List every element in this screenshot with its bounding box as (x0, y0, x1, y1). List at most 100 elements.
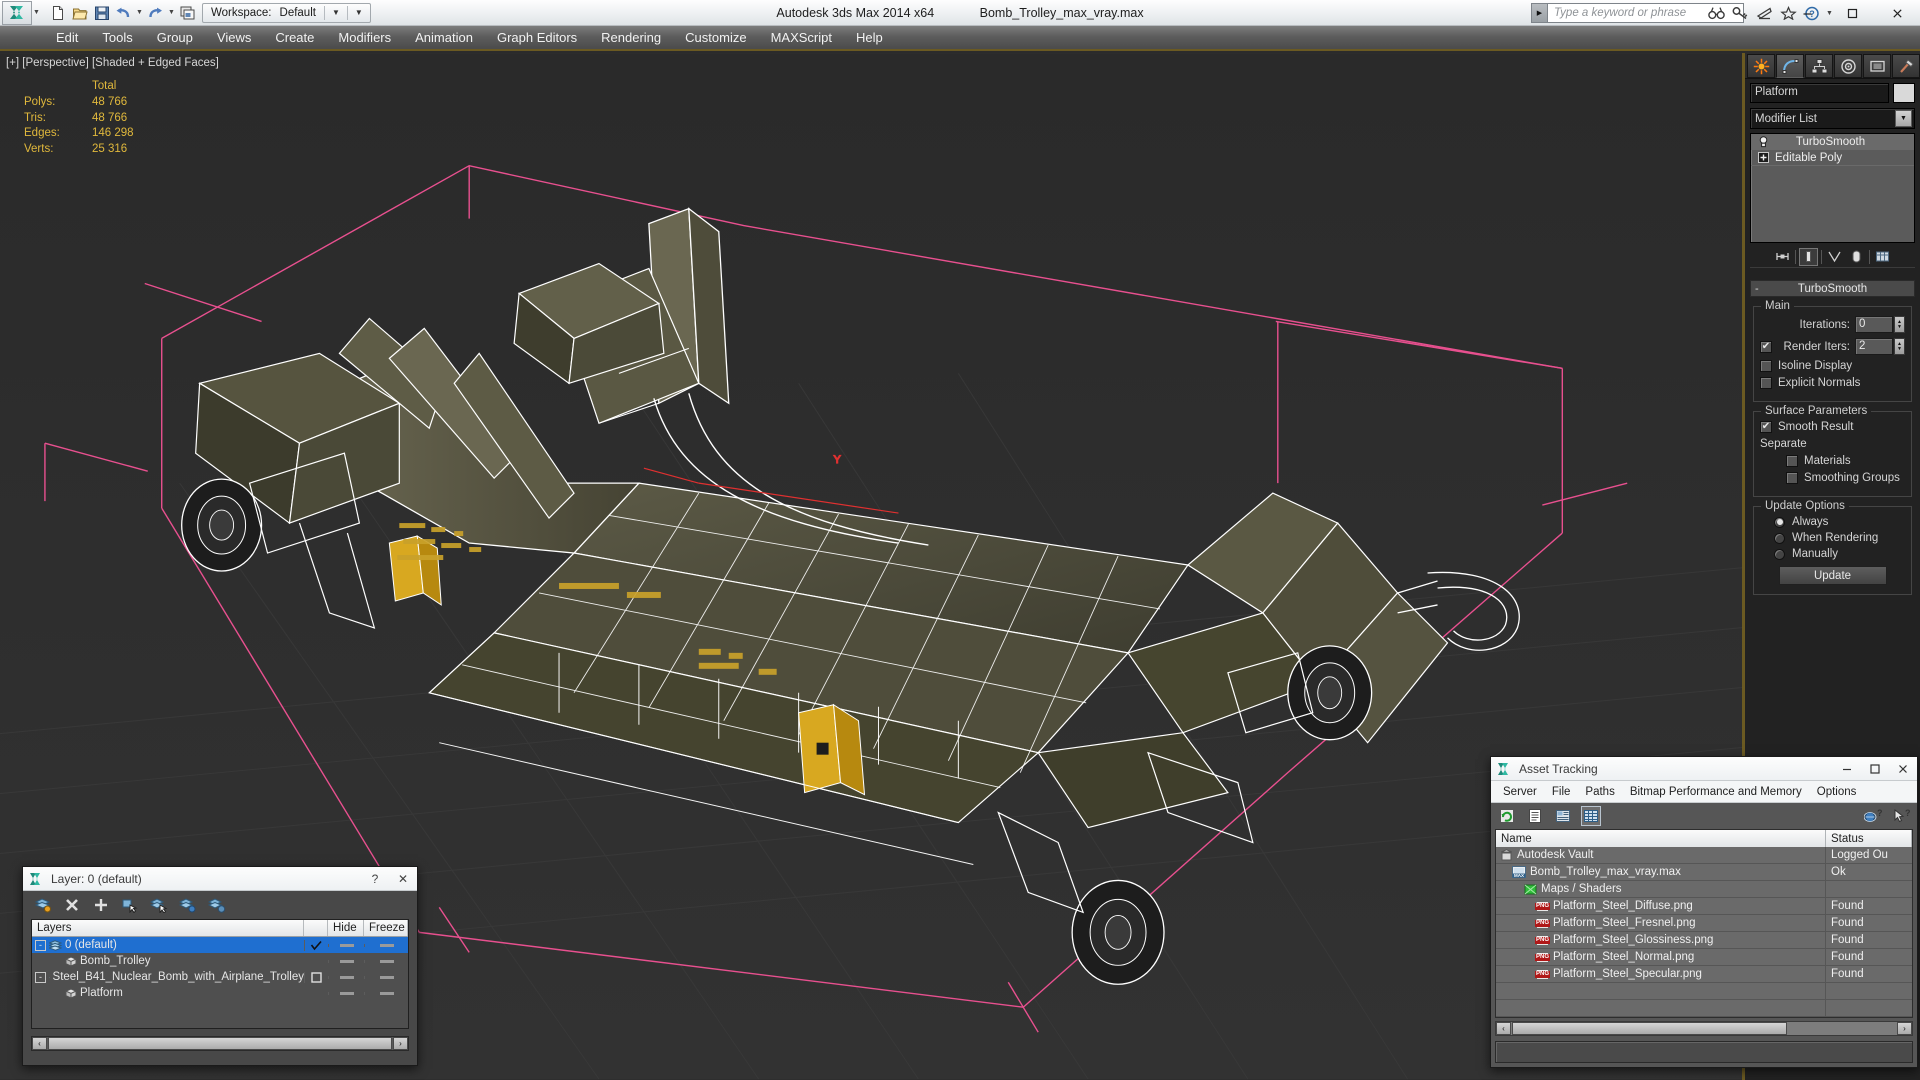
layer-row-name[interactable]: - Steel_B41_Nuclear_Bomb_with_Airplane_Tr… (32, 971, 304, 983)
menu-item-help[interactable]: Help (844, 27, 895, 48)
3dsmax-logo-button[interactable] (2, 0, 32, 25)
satellite-dish-icon[interactable] (1753, 2, 1775, 24)
configure-modifier-sets-icon[interactable] (1873, 248, 1892, 266)
layer-hide-cell[interactable] (328, 975, 364, 979)
layer-active-cell[interactable] (304, 971, 328, 983)
scroll-right-icon[interactable]: › (1897, 1022, 1912, 1035)
asset-menu-server[interactable]: Server (1496, 784, 1544, 800)
object-name-field[interactable]: Platform (1750, 83, 1889, 103)
layer-column-header[interactable]: Layers (32, 920, 304, 936)
help-arrow-icon[interactable]: ? (1891, 806, 1911, 826)
layer-row-name[interactable]: Platform (32, 987, 304, 999)
update-button[interactable]: Update (1778, 566, 1887, 585)
menu-item-modifiers[interactable]: Modifiers (326, 27, 403, 48)
key-icon[interactable] (1729, 2, 1751, 24)
object-color-swatch[interactable] (1893, 83, 1915, 103)
asset-column-header[interactable]: Status (1826, 830, 1912, 847)
utilities-tab[interactable] (1892, 54, 1920, 78)
binoculars-icon[interactable] (1705, 2, 1727, 24)
undo-chevron-icon[interactable]: ▼ (135, 2, 144, 23)
asset-row[interactable]: Maps / Shaders (1496, 881, 1912, 898)
delete-layer-icon[interactable] (62, 895, 82, 915)
scroll-right-icon[interactable]: › (393, 1037, 408, 1050)
display-tab[interactable] (1863, 54, 1891, 78)
details-view-icon[interactable] (1553, 806, 1573, 826)
asset-row[interactable] (1496, 983, 1912, 1000)
layer-properties-icon[interactable] (207, 895, 227, 915)
render-iters-field[interactable]: 2 (1855, 338, 1893, 355)
save-file-icon[interactable] (91, 2, 112, 23)
layer-hide-cell[interactable] (328, 991, 364, 995)
layer-row-name[interactable]: Bomb_Trolley (32, 955, 304, 967)
layer-dialog-close-button[interactable]: ✕ (389, 867, 417, 891)
remove-modifier-icon[interactable] (1847, 248, 1866, 266)
layer-row[interactable]: Bomb_Trolley (32, 953, 408, 969)
asset-row-name-cell[interactable]: PNG Platform_Steel_Fresnel.png (1496, 915, 1826, 931)
asset-tracking-minimize-button[interactable] (1833, 757, 1861, 781)
asset-menu-file[interactable]: File (1545, 784, 1578, 800)
asset-row-name-cell[interactable]: PNG Platform_Steel_Specular.png (1496, 966, 1826, 982)
layer-row[interactable]: Platform (32, 985, 408, 1001)
menu-item-create[interactable]: Create (263, 27, 326, 48)
layer-active-cell[interactable] (304, 939, 328, 951)
asset-menu-paths[interactable]: Paths (1578, 784, 1621, 800)
modify-tab[interactable] (1776, 54, 1804, 78)
explicit-normals-checkbox[interactable] (1760, 377, 1772, 389)
asset-row[interactable]: PNG Platform_Steel_Glossiness.png Found (1496, 932, 1912, 949)
asset-row-name-cell[interactable]: Maps / Shaders (1496, 881, 1826, 897)
asset-row[interactable]: PNG Platform_Steel_Fresnel.png Found (1496, 915, 1912, 932)
iterations-field[interactable]: 0 (1855, 316, 1893, 333)
asset-menu-bitmap-performance-and-memory[interactable]: Bitmap Performance and Memory (1623, 784, 1809, 800)
select-highlighted-layer-icon[interactable] (149, 895, 169, 915)
undo-icon[interactable] (113, 2, 134, 23)
modifier-stack-item-editable-poly[interactable]: Editable Poly (1751, 150, 1914, 166)
modifier-stack-item-turbosmooth[interactable]: TurboSmooth (1751, 134, 1914, 150)
create-tab[interactable] (1747, 54, 1775, 78)
layer-dialog-help-button[interactable]: ? (361, 867, 389, 891)
asset-menu-options[interactable]: Options (1810, 784, 1864, 800)
close-button[interactable] (1875, 0, 1920, 26)
update-option-always[interactable]: Always (1760, 516, 1905, 528)
scroll-left-icon[interactable]: ‹ (32, 1037, 47, 1050)
minimize-button[interactable] (1785, 0, 1830, 26)
asset-row[interactable]: Autodesk Vault Logged Ou (1496, 847, 1912, 864)
asset-row[interactable] (1496, 1000, 1912, 1017)
select-objects-in-layer-icon[interactable] (120, 895, 140, 915)
layer-freeze-cell[interactable] (364, 991, 408, 995)
asset-tracking-window[interactable]: Asset Tracking Server File Paths Bitmap Per… (1490, 756, 1918, 1068)
radio-button[interactable] (1774, 532, 1785, 544)
isoline-display-checkbox[interactable] (1760, 360, 1772, 372)
layer-freeze-cell[interactable] (364, 943, 408, 947)
layer-hide-cell[interactable] (328, 959, 364, 963)
modifier-stack[interactable]: TurboSmooth Editable Poly (1750, 133, 1915, 243)
asset-grid-hscrollbar[interactable]: ‹ › (1495, 1021, 1913, 1036)
pin-stack-icon[interactable] (1773, 248, 1792, 266)
asset-grid[interactable]: Name Status Autodesk Vault Logged Ou MAX Bom… (1495, 829, 1913, 1018)
help-globe-icon[interactable]: ? (1863, 806, 1883, 826)
render-iters-checkbox[interactable] (1760, 340, 1772, 353)
new-layer-icon[interactable] (33, 895, 53, 915)
menu-item-tools[interactable]: Tools (90, 27, 144, 48)
workspace-menu-icon[interactable]: ▼ (352, 8, 366, 17)
rollout-collapse-icon[interactable]: - (1755, 283, 1759, 295)
update-option-manually[interactable]: Manually (1760, 548, 1905, 560)
maximize-button[interactable] (1830, 0, 1875, 26)
modifier-list-dropdown[interactable]: Modifier List ▼ (1750, 108, 1915, 129)
asset-row[interactable]: MAX Bomb_Trolley_max_vray.max Ok (1496, 864, 1912, 881)
asset-row-name-cell[interactable]: PNG Platform_Steel_Diffuse.png (1496, 898, 1826, 914)
project-folder-icon[interactable] (177, 2, 198, 23)
scroll-thumb[interactable] (1512, 1022, 1787, 1035)
asset-row-name-cell[interactable] (1496, 983, 1826, 999)
layer-row[interactable]: - Steel_B41_Nuclear_Bomb_with_Airplane_Tr… (32, 969, 408, 985)
show-end-result-icon[interactable] (1799, 247, 1818, 266)
grid-view-icon[interactable] (1581, 806, 1601, 826)
update-option-when-rendering[interactable]: When Rendering (1760, 532, 1905, 544)
layer-row[interactable]: - 0 (default) (32, 937, 408, 953)
asset-row-name-cell[interactable]: PNG Platform_Steel_Normal.png (1496, 949, 1826, 965)
refresh-icon[interactable] (1497, 806, 1517, 826)
search-dropdown-icon[interactable]: ▶ (1531, 3, 1548, 23)
asset-row-name-cell[interactable]: MAX Bomb_Trolley_max_vray.max (1496, 864, 1826, 880)
row-expander-icon[interactable]: - (35, 971, 46, 983)
make-unique-icon[interactable] (1825, 248, 1844, 266)
radio-button[interactable] (1774, 516, 1785, 528)
